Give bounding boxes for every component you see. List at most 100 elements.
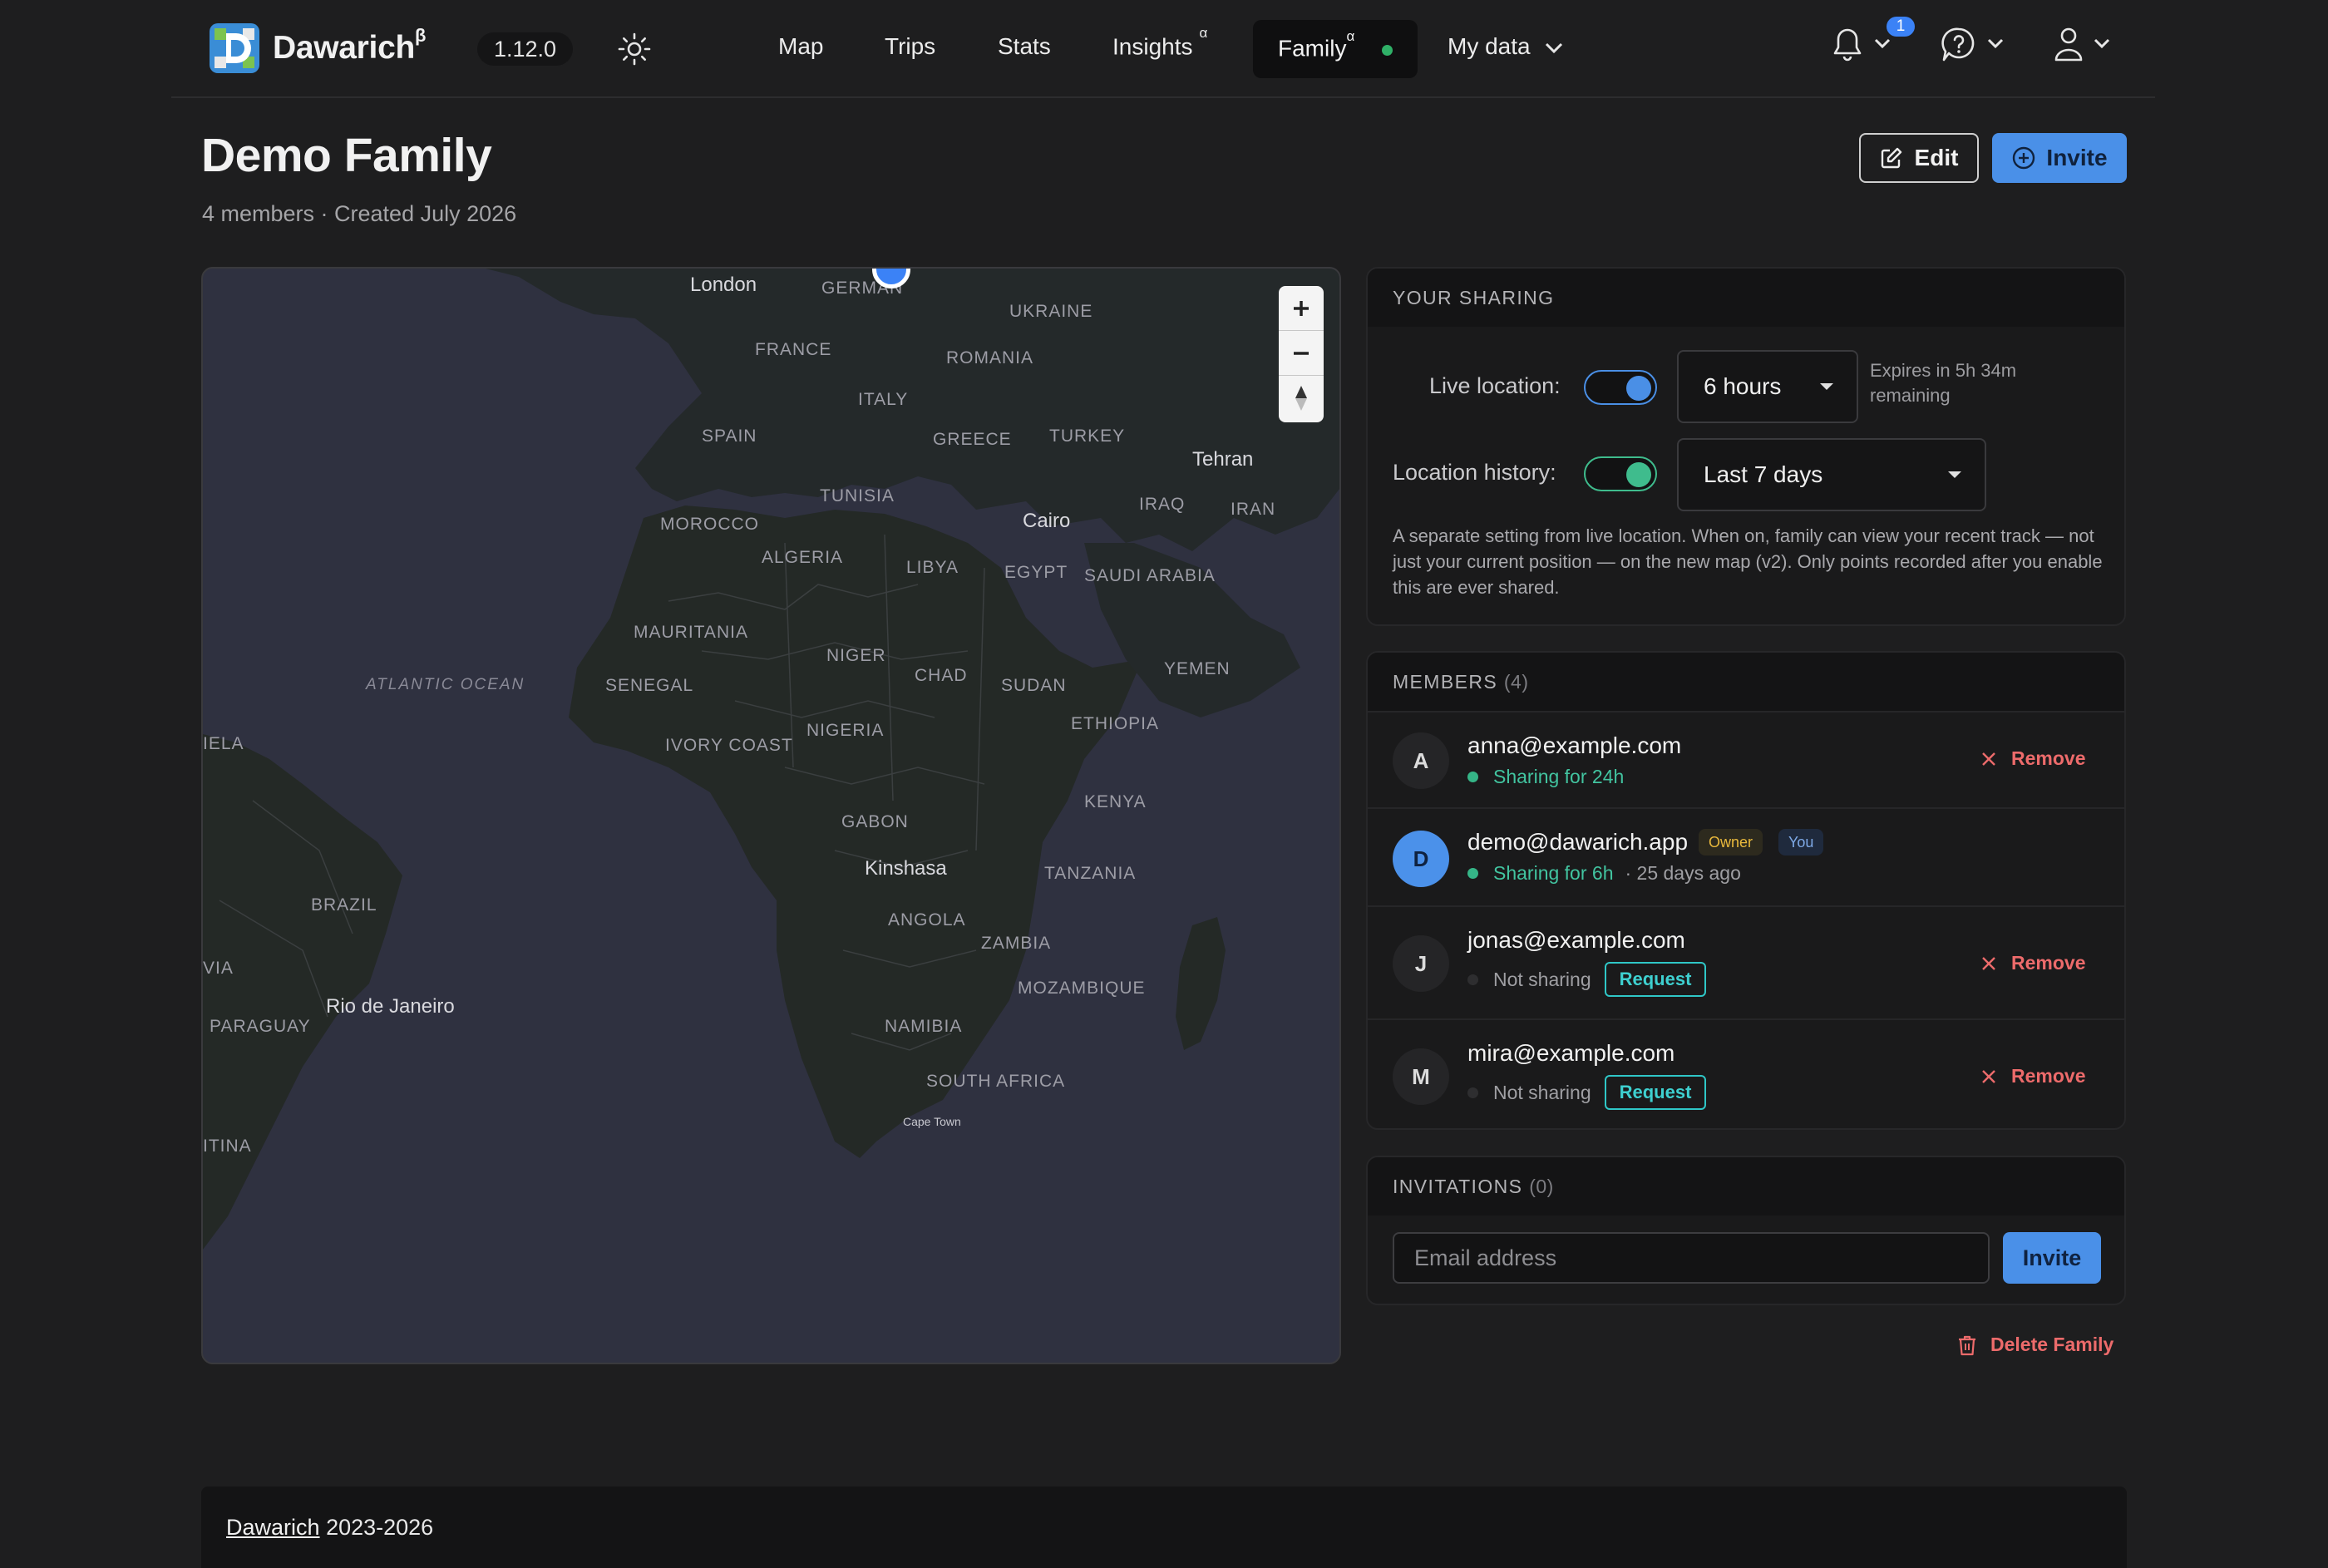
map-label: ANGOLA — [888, 910, 966, 929]
invite-email-input[interactable] — [1393, 1232, 1990, 1284]
map-label: ALGERIA — [762, 548, 844, 567]
avatar: J — [1393, 935, 1449, 992]
edit-label: Edit — [1914, 145, 1959, 170]
map-label: ROMANIA — [946, 348, 1034, 367]
zoom-out-button[interactable] — [1279, 331, 1324, 376]
map-label: NIGERIA — [806, 721, 885, 740]
plus-circle-icon — [2013, 146, 2035, 170]
family-summary: 4 members · Created July 2026 — [202, 201, 517, 226]
help-circle-icon — [1941, 27, 2004, 62]
you-badge: You — [1778, 829, 1824, 855]
notification-count-badge: 1 — [1887, 17, 1915, 37]
caret-down-icon — [1820, 383, 1833, 390]
map-label: TURKEY — [1049, 427, 1126, 446]
member-email: demo@dawarich.app — [1467, 829, 1689, 855]
location-history-toggle[interactable] — [1584, 456, 1657, 491]
member-status: Sharing for 24h — [1467, 766, 1624, 788]
invite-label: Invite — [2046, 145, 2108, 170]
edit-family-button[interactable]: Edit — [1859, 133, 1979, 183]
map-label: Rio de Janeiro — [326, 995, 455, 1018]
top-navbar: Dawarichβ 1.12.0 Map Trips Stats Insight… — [171, 0, 2155, 98]
history-sharing-note: A separate setting from live location. W… — [1393, 525, 2103, 598]
nav-trips[interactable]: Trips — [885, 33, 935, 60]
dawarich-logo-icon — [208, 22, 261, 75]
map-label: SENEGAL — [605, 676, 694, 695]
member-row: J jonas@example.com Not sharing Request … — [1368, 905, 2124, 1018]
history-range-select[interactable]: Last 7 days — [1677, 438, 1986, 511]
theme-toggle-sun-icon[interactable] — [617, 32, 652, 67]
map-label: SOUTH AFRICA — [926, 1072, 1066, 1091]
live-location-label: Live location: — [1429, 373, 1561, 398]
map-label: NAMIBIA — [885, 1017, 963, 1036]
map-label: Cairo — [1023, 510, 1071, 532]
nav-insights[interactable]: Insightsα — [1112, 25, 1207, 60]
member-email: mira@example.com — [1467, 1040, 1675, 1066]
map-label: SPAIN — [702, 427, 757, 446]
reset-north-button[interactable] — [1279, 376, 1324, 421]
help-menu[interactable] — [1941, 25, 2010, 67]
map-label: IRAQ — [1139, 495, 1186, 514]
plus-icon — [1294, 300, 1309, 316]
family-map[interactable]: London GERMAN UKRAINE FRANCE ROMANIA ITA… — [201, 267, 1341, 1364]
page-title: Demo Family — [201, 129, 492, 182]
live-duration-select[interactable]: 6 hours — [1677, 350, 1858, 423]
map-label: VIA — [203, 959, 234, 978]
status-dot — [1467, 868, 1478, 879]
live-expiry-text: Expires in 5h 34m remaining — [1870, 360, 2017, 406]
members-heading: MEMBERS (4) — [1368, 653, 2124, 711]
footer: Dawarich 2023-2026 — [201, 1487, 2127, 1568]
nav-family-label: Familyα — [1278, 28, 1355, 62]
nav-map[interactable]: Map — [778, 33, 823, 60]
remove-member-button[interactable]: Remove — [1981, 1065, 2085, 1087]
live-location-toggle[interactable] — [1584, 370, 1657, 405]
map-label: YEMEN — [1164, 659, 1231, 678]
footer-home-link[interactable]: Dawarich — [226, 1515, 320, 1540]
map-landmass — [203, 269, 1339, 1250]
invitations-heading: INVITATIONS (0) — [1368, 1157, 2124, 1215]
remove-member-button[interactable]: Remove — [1981, 952, 2085, 974]
member-row: M mira@example.com Not sharing Request R… — [1368, 1018, 2124, 1128]
nav-family-active[interactable]: Familyα — [1253, 20, 1418, 78]
close-icon — [1982, 1069, 1995, 1083]
brand[interactable]: Dawarichβ — [208, 22, 426, 75]
close-icon — [1982, 956, 1995, 970]
remove-member-button[interactable]: Remove — [1981, 747, 2085, 770]
member-email: anna@example.com — [1467, 732, 1682, 758]
nav-stats[interactable]: Stats — [998, 33, 1051, 60]
live-duration-value: 6 hours — [1704, 373, 1782, 399]
member-status: Sharing for 6h · 25 days ago — [1467, 862, 1741, 885]
status-dot — [1467, 1087, 1478, 1098]
your-sharing-heading: YOUR SHARING — [1368, 269, 2124, 327]
map-label: Kinshasa — [865, 857, 947, 880]
brand-name: Dawarichβ — [273, 25, 427, 66]
map-label: ATLANTIC OCEAN — [366, 676, 525, 693]
footer-text: Dawarich 2023-2026 — [226, 1515, 434, 1540]
close-icon — [1982, 752, 1995, 766]
request-location-button[interactable]: Request — [1604, 962, 1707, 997]
map-label: SUDAN — [1001, 676, 1067, 695]
user-menu[interactable] — [2052, 25, 2118, 67]
nav-my-data[interactable]: My data — [1448, 33, 1563, 60]
status-dot — [1467, 772, 1478, 782]
delete-family-button[interactable]: Delete Family — [1957, 1334, 2113, 1356]
user-icon — [2054, 27, 2110, 62]
map-label: IVORY COAST — [665, 736, 793, 755]
map-label: EGYPT — [1004, 563, 1068, 582]
zoom-in-button[interactable] — [1279, 286, 1324, 331]
minus-icon — [1294, 351, 1309, 355]
map-label: GREECE — [933, 430, 1012, 449]
invite-member-button[interactable]: Invite — [1992, 133, 2127, 183]
request-location-button[interactable]: Request — [1604, 1075, 1707, 1110]
edit-icon — [1881, 147, 1901, 169]
map-label: TANZANIA — [1044, 864, 1137, 883]
member-row: D demo@dawarich.app Owner You Sharing fo… — [1368, 807, 2124, 905]
status-dot — [1467, 974, 1478, 985]
history-range-value: Last 7 days — [1704, 461, 1823, 487]
map-label: IRAN — [1231, 500, 1276, 519]
map-label: UKRAINE — [1009, 302, 1093, 321]
map-label: IELA — [203, 734, 244, 753]
map-label: FRANCE — [755, 340, 832, 359]
map-label: BRAZIL — [311, 895, 377, 915]
send-invite-button[interactable]: Invite — [2003, 1232, 2101, 1284]
map-label: KENYA — [1084, 792, 1147, 811]
